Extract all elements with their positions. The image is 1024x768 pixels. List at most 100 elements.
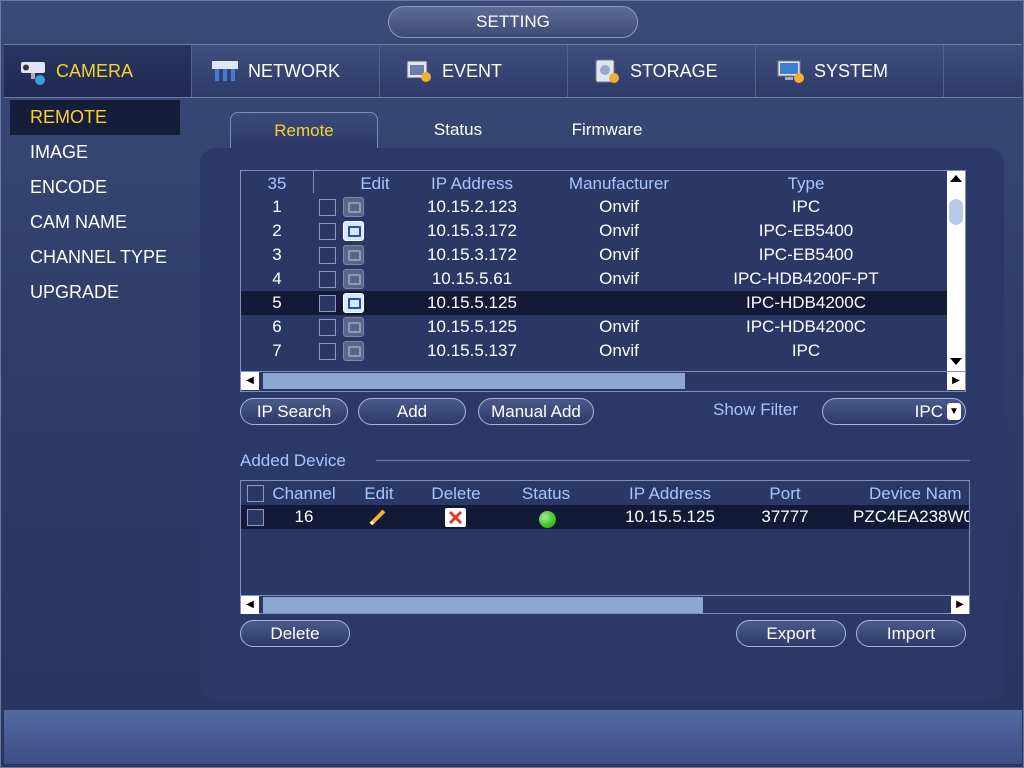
tab-camera[interactable]: CAMERA (4, 45, 192, 97)
tab-storage[interactable]: STORAGE (568, 45, 756, 97)
show-filter-value: IPC (914, 402, 943, 421)
header-delete: Delete (431, 484, 481, 503)
event-icon (404, 58, 434, 84)
network-icon (210, 58, 240, 84)
scroll-thumb[interactable] (263, 373, 685, 389)
tab-storage-label: STORAGE (630, 60, 718, 81)
scroll-right-arrow-icon[interactable]: ▶ (947, 372, 965, 390)
tab-remote[interactable]: Remote (230, 112, 378, 148)
scroll-down-arrow-icon[interactable] (950, 358, 962, 365)
edit-icon[interactable] (343, 341, 364, 361)
row-number: 4 (272, 269, 282, 288)
row-checkbox[interactable] (319, 247, 336, 264)
scroll-left-arrow-icon[interactable]: ◀ (241, 372, 259, 390)
menu-item-cam-name[interactable]: CAM NAME (10, 205, 180, 240)
horizontal-scrollbar[interactable]: ◀ ▶ (241, 371, 965, 390)
table-row[interactable]: 3 10.15.3.172 Onvif IPC-EB5400 (241, 243, 947, 267)
vertical-scrollbar[interactable] (947, 171, 965, 371)
row-type: IPC (791, 197, 821, 216)
table-row[interactable]: 4 10.15.5.61 Onvif IPC-HDB4200F-PT (241, 267, 947, 291)
edit-pencil-icon[interactable] (367, 507, 389, 527)
row-ip-address: 10.15.3.172 (427, 245, 517, 264)
show-filter-select[interactable]: IPC ▼ (822, 398, 966, 425)
table-row[interactable]: 1 10.15.2.123 Onvif IPC (241, 195, 947, 219)
tab-network[interactable]: NETWORK (192, 45, 380, 97)
header-type: Type (787, 174, 825, 193)
edit-icon[interactable] (343, 197, 364, 217)
device-search-table: 35 Edit IP Address Manufacturer Type 1 1… (240, 170, 966, 392)
edit-icon[interactable] (343, 293, 364, 313)
row-type: IPC-HDB4200C (746, 317, 866, 336)
row-ip-address: 10.15.3.172 (427, 221, 517, 240)
table-row-selected[interactable]: 5 10.15.5.125 IPC-HDB4200C (241, 291, 947, 315)
scroll-left-arrow-icon[interactable]: ◀ (241, 596, 259, 614)
header-edit: Edit (360, 174, 390, 193)
tab-event[interactable]: EVENT (380, 45, 568, 97)
tab-status[interactable]: Status (400, 112, 516, 148)
header-ip-address: IP Address (431, 174, 513, 193)
menu-item-remote[interactable]: REMOTE (10, 100, 180, 135)
ip-search-button[interactable]: IP Search (240, 398, 348, 425)
horizontal-scrollbar[interactable]: ◀ ▶ (241, 595, 969, 614)
row-checkbox[interactable] (319, 223, 336, 240)
tab-firmware[interactable]: Firmware (546, 112, 668, 148)
status-ok-icon (539, 511, 556, 528)
chevron-down-icon[interactable]: ▼ (947, 403, 961, 420)
row-ip-address: 10.15.2.123 (427, 197, 517, 216)
select-all-checkbox[interactable] (247, 485, 264, 502)
edit-icon[interactable] (343, 317, 364, 337)
row-checkbox[interactable] (319, 271, 336, 288)
table-row[interactable]: 16 10.15.5.125 37777 PZC4EA238W0 (241, 505, 969, 529)
edit-icon[interactable] (343, 269, 364, 289)
export-button[interactable]: Export (736, 620, 846, 647)
tab-system-label: SYSTEM (814, 60, 889, 81)
row-manufacturer: Onvif (599, 269, 639, 288)
table-row[interactable]: 2 10.15.3.172 Onvif IPC-EB5400 (241, 219, 947, 243)
row-checkbox[interactable] (247, 509, 264, 526)
tab-camera-label: CAMERA (56, 60, 134, 81)
added-device-table: Channel Edit Delete Status IP Address Po… (240, 480, 970, 614)
footer-bar (4, 710, 1022, 764)
row-number: 7 (272, 341, 282, 360)
row-manufacturer: Onvif (599, 221, 639, 240)
delete-icon[interactable] (445, 508, 466, 527)
menu-item-encode[interactable]: ENCODE (10, 170, 180, 205)
header-channel: Channel (272, 484, 336, 503)
left-menu: REMOTE IMAGE ENCODE CAM NAME CHANNEL TYP… (10, 100, 180, 310)
import-button[interactable]: Import (856, 620, 966, 647)
scroll-thumb[interactable] (949, 199, 963, 225)
header-port: Port (769, 484, 801, 503)
row-checkbox[interactable] (319, 319, 336, 336)
edit-icon[interactable] (343, 245, 364, 265)
scroll-right-arrow-icon[interactable]: ▶ (951, 596, 969, 614)
header-ip-address: IP Address (629, 484, 711, 503)
manual-add-button[interactable]: Manual Add (478, 398, 594, 425)
delete-button[interactable]: Delete (240, 620, 350, 647)
menu-item-channel-type[interactable]: CHANNEL TYPE (10, 240, 180, 275)
row-checkbox[interactable] (319, 343, 336, 360)
menu-item-upgrade[interactable]: UPGRADE (10, 275, 180, 310)
row-ip-address: 10.15.5.137 (427, 341, 517, 360)
scroll-thumb[interactable] (263, 597, 703, 613)
row-type: IPC-HDB4200F-PT (733, 269, 879, 288)
row-manufacturer (551, 291, 687, 315)
show-filter-label: Show Filter (713, 400, 799, 419)
table-row[interactable]: 7 10.15.5.137 Onvif IPC (241, 339, 947, 363)
row-checkbox[interactable] (319, 295, 336, 312)
row-manufacturer: Onvif (599, 341, 639, 360)
edit-icon[interactable] (343, 221, 364, 241)
row-number: 1 (272, 197, 282, 216)
tab-system[interactable]: SYSTEM (756, 45, 944, 97)
window-title: SETTING (388, 6, 638, 38)
menu-item-image[interactable]: IMAGE (10, 135, 180, 170)
row-checkbox[interactable] (319, 199, 336, 216)
row-type: IPC-EB5400 (758, 245, 854, 264)
table-row[interactable]: 6 10.15.5.125 Onvif IPC-HDB4200C (241, 315, 947, 339)
row-device-name: PZC4EA238W0 (853, 507, 969, 526)
header-status: Status (521, 484, 571, 503)
add-button[interactable]: Add (358, 398, 466, 425)
row-number: 2 (272, 221, 282, 240)
row-type: IPC (791, 341, 821, 360)
row-manufacturer: Onvif (599, 317, 639, 336)
scroll-up-arrow-icon[interactable] (950, 175, 962, 182)
